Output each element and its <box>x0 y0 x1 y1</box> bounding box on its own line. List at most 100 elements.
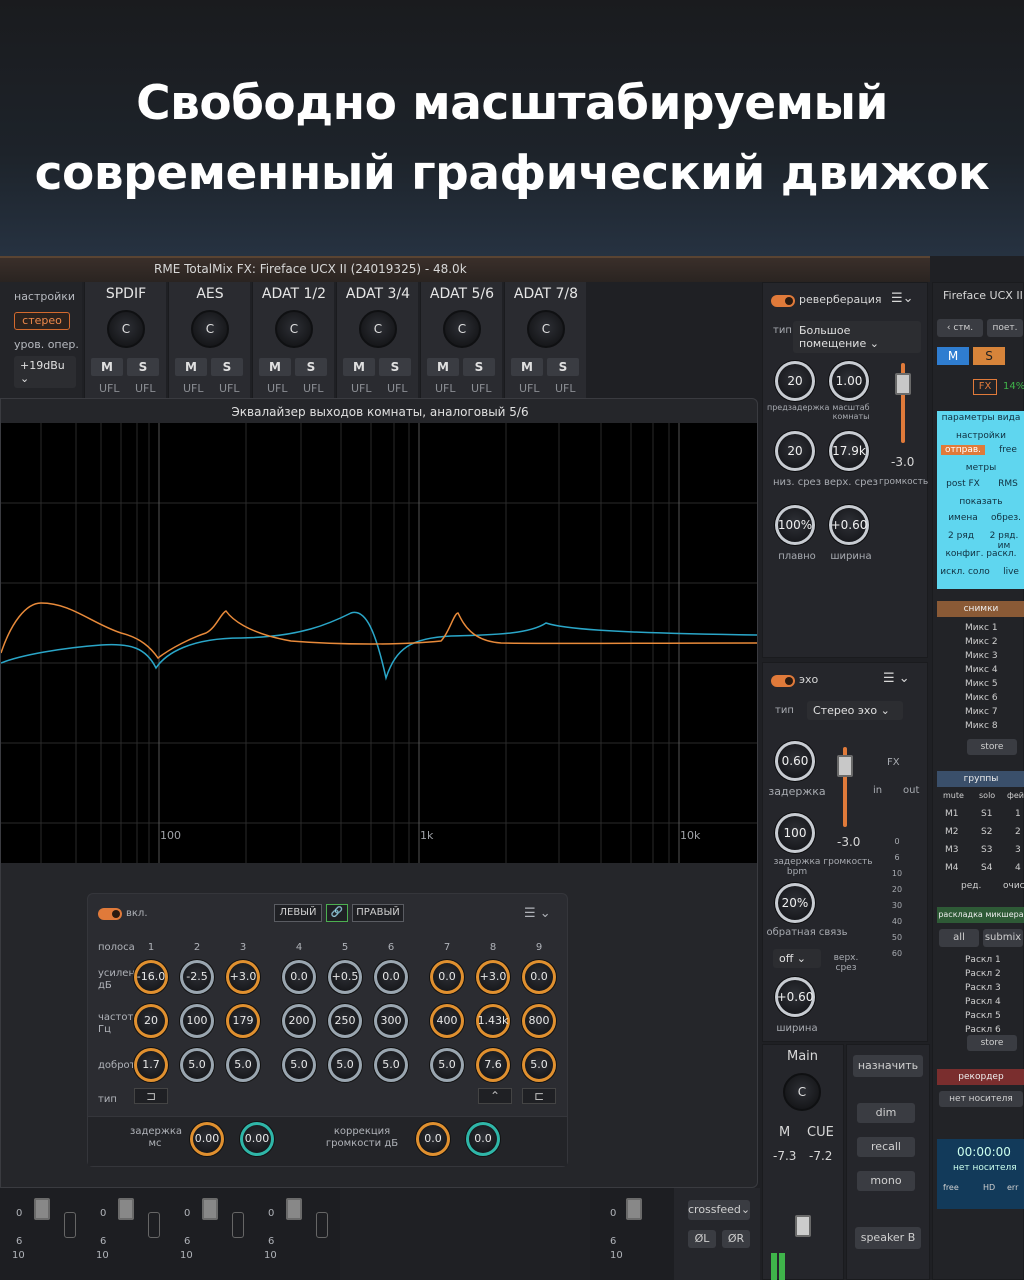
rows2-names-button[interactable]: 2 ряд. им <box>983 531 1024 551</box>
strip-solo-button[interactable]: S <box>379 358 411 376</box>
main-mute-button[interactable]: M <box>779 1125 790 1140</box>
delay-left-knob[interactable]: 0.00 <box>190 1122 224 1156</box>
groups-edit[interactable]: ред. <box>961 881 981 891</box>
band-freq-knob[interactable]: 250 <box>328 1004 362 1038</box>
lowcut-type-icon[interactable]: ⊐ <box>134 1088 168 1104</box>
predelay-knob[interactable]: 20 <box>775 361 815 401</box>
strip-solo-button[interactable]: S <box>463 358 495 376</box>
band-q-knob[interactable]: 5.0 <box>180 1048 214 1082</box>
band-gain-knob[interactable]: -16.0 <box>134 960 168 994</box>
link-icon[interactable]: 🔗 <box>326 904 348 922</box>
device-back-button[interactable]: ‹ стм. <box>937 319 983 337</box>
band-q-knob[interactable]: 5.0 <box>328 1048 362 1082</box>
postfx-button[interactable]: post FX <box>941 479 985 489</box>
group-mute[interactable]: M4 <box>945 863 959 873</box>
channel-fader-toggle[interactable] <box>232 1212 244 1238</box>
channel-fader[interactable] <box>286 1198 302 1220</box>
band-gain-knob[interactable]: -2.5 <box>180 960 214 994</box>
recorder-media-select[interactable]: нет носителя <box>939 1091 1023 1107</box>
band-q-knob[interactable]: 5.0 <box>374 1048 408 1082</box>
loudness-right-knob[interactable]: 0.0 <box>466 1122 500 1156</box>
lowcut-knob[interactable]: 20 <box>775 431 815 471</box>
snapshot-item[interactable]: Микс 4 <box>965 665 998 675</box>
group-mute[interactable]: M3 <box>945 845 959 855</box>
group-fader[interactable]: 4 <box>1015 863 1021 873</box>
main-pan-knob[interactable]: C <box>783 1073 821 1111</box>
crossfeed-select[interactable]: crossfeed⌄ <box>688 1200 750 1220</box>
layout-item[interactable]: Раскл 5 <box>965 1011 1001 1021</box>
layout-store-button[interactable]: store <box>967 1035 1017 1051</box>
strip-mute-button[interactable]: M <box>259 358 291 376</box>
group-mute[interactable]: M2 <box>945 827 959 837</box>
echo-width-knob[interactable]: +0.60 <box>775 977 815 1017</box>
group-fader[interactable]: 2 <box>1015 827 1021 837</box>
group-solo[interactable]: S2 <box>981 827 992 837</box>
right-channel-button[interactable]: ПРАВЫЙ <box>352 904 404 922</box>
channel-fader[interactable] <box>202 1198 218 1220</box>
layout-item[interactable]: Раскл 3 <box>965 983 1001 993</box>
recall-button[interactable]: recall <box>857 1137 915 1157</box>
band-q-knob[interactable]: 7.6 <box>476 1048 510 1082</box>
groups-clear[interactable]: очист <box>1003 881 1024 891</box>
phase-right-button[interactable]: ØR <box>722 1230 750 1248</box>
strip-mute-button[interactable]: M <box>511 358 543 376</box>
reverb-toggle[interactable] <box>771 295 795 307</box>
strip-pan-knob[interactable]: C <box>527 310 565 348</box>
eq-graph[interactable]: 100 1k 10k <box>1 423 757 863</box>
strip-pan-knob[interactable]: C <box>443 310 481 348</box>
reverb-volume-slider[interactable] <box>895 373 911 395</box>
trim-button[interactable]: обрез. <box>989 513 1023 523</box>
band-freq-knob[interactable]: 300 <box>374 1004 408 1038</box>
feedback-knob[interactable]: 20% <box>775 883 815 923</box>
live-button[interactable]: live <box>999 567 1023 577</box>
strip-pan-knob[interactable]: C <box>107 310 145 348</box>
free-button[interactable]: free <box>993 445 1023 455</box>
level-select[interactable]: +19dBu ⌄ <box>14 356 76 388</box>
phase-left-button[interactable]: ØL <box>688 1230 716 1248</box>
snapshot-store-button[interactable]: store <box>967 739 1017 755</box>
assign-button[interactable]: назначить <box>853 1055 923 1077</box>
reverb-width-knob[interactable]: +0.60 <box>829 505 869 545</box>
main-fader[interactable] <box>795 1215 811 1237</box>
reverb-type-select[interactable]: Большое помещение ⌄ <box>793 321 921 353</box>
device-next-button[interactable]: поет. <box>987 319 1023 337</box>
group-solo[interactable]: S1 <box>981 809 992 819</box>
strip-solo-button[interactable]: S <box>127 358 159 376</box>
band-q-knob[interactable]: 5.0 <box>282 1048 316 1082</box>
channel-fader[interactable] <box>118 1198 134 1220</box>
band-freq-knob[interactable]: 179 <box>226 1004 260 1038</box>
strip-solo-button[interactable]: S <box>547 358 579 376</box>
band-gain-knob[interactable]: 0.0 <box>282 960 316 994</box>
layout-submix-button[interactable]: submix <box>983 929 1023 947</box>
echo-hicut-select[interactable]: off ⌄ <box>773 949 821 968</box>
strip-mute-button[interactable]: M <box>343 358 375 376</box>
stereo-button[interactable]: стерео <box>14 312 70 330</box>
echo-toggle[interactable] <box>771 675 795 687</box>
snapshot-item[interactable]: Микс 6 <box>965 693 998 703</box>
layout-item[interactable]: Раскл 1 <box>965 955 1001 965</box>
main-cue-button[interactable]: CUE <box>807 1125 834 1140</box>
layout-item[interactable]: Раскл 2 <box>965 969 1001 979</box>
reverb-menu-icon[interactable]: ☰⌄ <box>891 291 914 306</box>
strip-mute-button[interactable]: M <box>427 358 459 376</box>
send-button[interactable]: отправ. <box>941 445 985 455</box>
group-fader[interactable]: 3 <box>1015 845 1021 855</box>
snapshot-item[interactable]: Микс 8 <box>965 721 998 731</box>
left-channel-button[interactable]: ЛЕВЫЙ <box>274 904 322 922</box>
channel-fader-toggle[interactable] <box>64 1212 76 1238</box>
band-freq-knob[interactable]: 200 <box>282 1004 316 1038</box>
echo-delay-knob[interactable]: 0.60 <box>775 741 815 781</box>
layout-item[interactable]: Раскл 4 <box>965 997 1001 1007</box>
eq-enable-toggle[interactable] <box>98 908 122 920</box>
snapshot-item[interactable]: Микс 5 <box>965 679 998 689</box>
device-fx-button[interactable]: FX <box>973 379 997 395</box>
strip-mute-button[interactable]: M <box>175 358 207 376</box>
echo-volume-slider[interactable] <box>837 755 853 777</box>
peak-type-icon[interactable]: ⌃ <box>478 1088 512 1104</box>
layout-all-button[interactable]: all <box>939 929 979 947</box>
loudness-left-knob[interactable]: 0.0 <box>416 1122 450 1156</box>
highshelf-type-icon[interactable]: ⊏ <box>522 1088 556 1104</box>
strip-pan-knob[interactable]: C <box>191 310 229 348</box>
snapshot-item[interactable]: Микс 2 <box>965 637 998 647</box>
band-gain-knob[interactable]: 0.0 <box>522 960 556 994</box>
